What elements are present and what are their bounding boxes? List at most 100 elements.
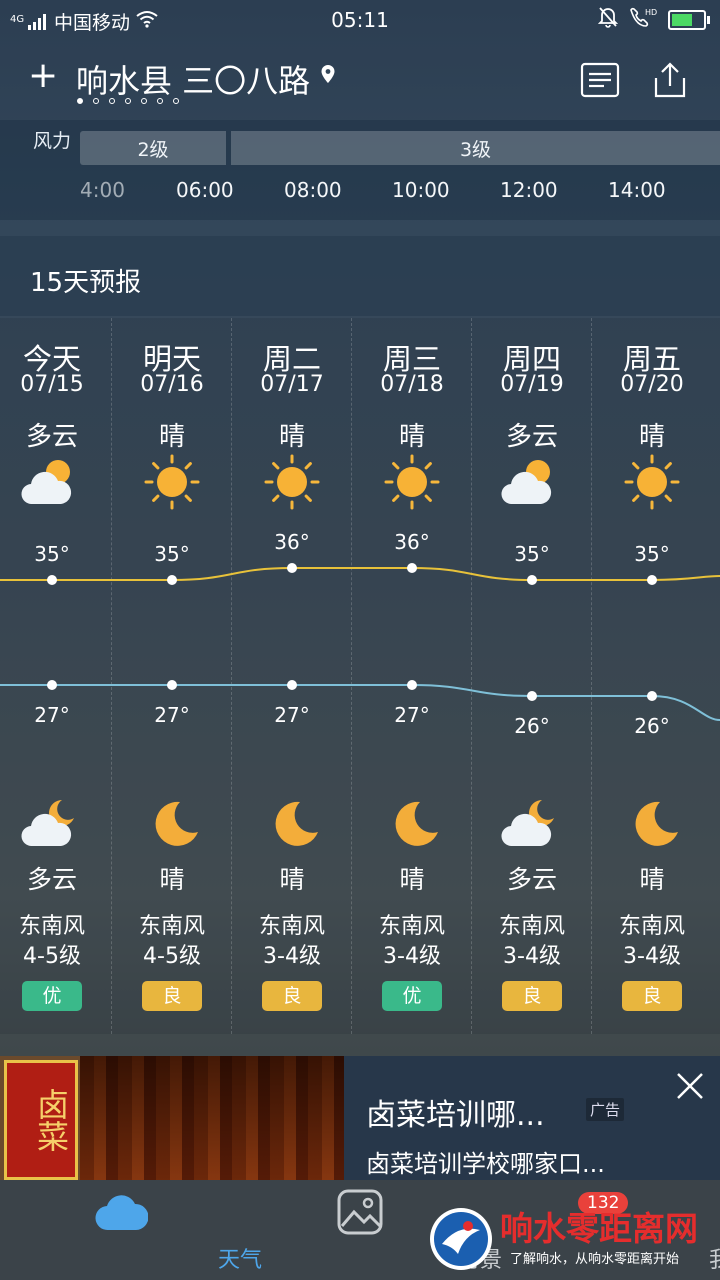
day-date: 07/15: [20, 372, 84, 397]
night-condition: 多云: [506, 865, 557, 894]
watermark: 响水零距离网 了解响水，从响水零距离开始: [428, 1196, 720, 1280]
forecast-day-column[interactable]: 周五 07/20 晴 35° 26° 晴 东南风 3-4级 良: [592, 318, 712, 1034]
wind-direction: 东南风: [138, 914, 205, 939]
wind-direction: 东南风: [378, 914, 445, 939]
day-condition: 晴: [278, 422, 305, 452]
page-dot: [109, 98, 115, 104]
aqi-badge: 良: [262, 981, 322, 1011]
close-icon[interactable]: [674, 1070, 706, 1102]
day-condition: 多云: [25, 422, 78, 452]
sun-icon: [376, 454, 448, 510]
ad-tag: 广告: [586, 1098, 625, 1121]
high-temp-label: 35°: [154, 542, 190, 566]
moon-icon: [136, 796, 208, 852]
day-date: 07/20: [620, 372, 684, 397]
partly-cloudy-day-icon: [496, 454, 568, 510]
daily-forecast-grid[interactable]: 今天 07/15 多云 35° 27° 多云 东南风 4-5级 优 明天 07/…: [0, 318, 720, 1034]
ad-title[interactable]: 卤菜培训哪...: [366, 1090, 545, 1134]
forecast-day-column[interactable]: 周二 07/17 晴 36° 27° 晴 东南风 3-4级 良: [232, 318, 352, 1034]
day-date: 07/18: [380, 372, 444, 397]
partly-cloudy-day-icon: [16, 454, 88, 510]
high-temp-label: 35°: [634, 542, 670, 566]
hd-call-icon: HD: [628, 6, 658, 33]
forecast-header: 15天预报: [0, 236, 720, 316]
page-dot: [125, 98, 131, 104]
share-icon[interactable]: [650, 60, 690, 100]
hour-label: 14:00: [608, 178, 666, 202]
high-temp-label: 35°: [34, 542, 70, 566]
wind-level: 3-4级: [383, 944, 441, 969]
day-date: 07/17: [260, 372, 324, 397]
aqi-badge: 优: [382, 981, 442, 1011]
day-date: 07/19: [500, 372, 564, 397]
forecast-day-column[interactable]: 周三 07/18 晴 36° 27° 晴 东南风 3-4级 优: [352, 318, 472, 1034]
page-dot: [141, 98, 147, 104]
cloud-icon: [94, 1192, 149, 1236]
night-condition: 晴: [399, 865, 425, 894]
list-icon[interactable]: [580, 62, 620, 98]
low-temp-label: 26°: [514, 714, 550, 738]
page-dot: [173, 98, 179, 104]
low-temp-label: 27°: [394, 703, 430, 727]
low-temp-label: 26°: [634, 714, 670, 738]
add-city-button[interactable]: +: [28, 58, 58, 94]
photo-icon: [336, 1188, 384, 1240]
battery-icon: [668, 9, 710, 30]
moon-icon: [256, 796, 328, 852]
high-temp-label: 35°: [514, 542, 550, 566]
svg-text:HD: HD: [645, 8, 657, 17]
aqi-badge: 良: [622, 981, 682, 1011]
moon-icon: [376, 796, 448, 852]
aqi-badge: 良: [142, 981, 202, 1011]
city-title[interactable]: 响水县 三〇八路: [76, 56, 336, 102]
partly-cloudy-night-icon: [496, 796, 568, 852]
hourly-wind-strip[interactable]: 风力 2级 3级 4:00 06:00 08:00 10:00 12:00 14…: [0, 120, 720, 220]
hour-label: 12:00: [500, 178, 558, 202]
low-temp-label: 27°: [154, 703, 190, 727]
page-dot: [93, 98, 99, 104]
hour-label: 06:00: [176, 178, 234, 202]
moon-icon: [616, 796, 688, 852]
ad-subtitle[interactable]: 卤菜培训学校哪家口...: [366, 1144, 605, 1179]
day-condition: 晴: [158, 422, 185, 452]
ad-banner[interactable]: 卤菜 卤菜培训哪... 广告 卤菜培训学校哪家口...: [0, 1056, 720, 1180]
ad-sign: 卤菜: [4, 1060, 78, 1180]
wind-segment: 2级: [80, 131, 226, 165]
location-pin-icon: [320, 62, 336, 100]
page-indicator: [77, 98, 179, 104]
wind-level: 4-5级: [143, 944, 201, 969]
ad-food-photo: [80, 1056, 344, 1180]
day-date: 07/16: [140, 372, 204, 397]
hour-label: 08:00: [284, 178, 342, 202]
high-temp-label: 36°: [274, 530, 310, 554]
wind-direction: 东南风: [618, 914, 685, 939]
wind-segment: 3级: [231, 131, 720, 165]
wind-direction: 东南风: [258, 914, 325, 939]
wind-level: 4-5级: [23, 944, 81, 969]
wind-level: 3-4级: [263, 944, 321, 969]
watermark-subtitle: 了解响水，从响水零距离开始: [510, 1252, 680, 1267]
wind-direction: 东南风: [498, 914, 565, 939]
forecast-day-column[interactable]: 明天 07/16 晴 35° 27° 晴 东南风 4-5级 良: [112, 318, 232, 1034]
night-condition: 晴: [279, 865, 305, 894]
ad-image[interactable]: 卤菜: [0, 1056, 344, 1180]
tab-weather[interactable]: 天气: [0, 1180, 262, 1280]
hour-label: 10:00: [392, 178, 450, 202]
watermark-logo: [428, 1206, 494, 1276]
forecast-day-column[interactable]: 今天 07/15 多云 35° 27° 多云 东南风 4-5级 优: [0, 318, 112, 1034]
wind-level: 3-4级: [623, 944, 681, 969]
mute-bell-icon: [597, 6, 619, 33]
night-condition: 多云: [26, 865, 77, 894]
wind-label: 风力: [33, 130, 72, 152]
forecast-day-column[interactable]: 周四 07/19 多云 35° 26° 多云 东南风 3-4级 良: [472, 318, 592, 1034]
page-dot: [157, 98, 163, 104]
wind-level: 3-4级: [503, 944, 561, 969]
forecast-title: 15天预报: [30, 268, 142, 298]
watermark-title: 响水零距离网: [500, 1209, 698, 1248]
header: + 响水县 三〇八路: [0, 40, 720, 120]
aqi-badge: 优: [22, 981, 82, 1011]
day-condition: 多云: [505, 422, 558, 452]
night-condition: 晴: [159, 865, 185, 894]
partly-cloudy-night-icon: [16, 796, 88, 852]
day-condition: 晴: [398, 422, 425, 452]
